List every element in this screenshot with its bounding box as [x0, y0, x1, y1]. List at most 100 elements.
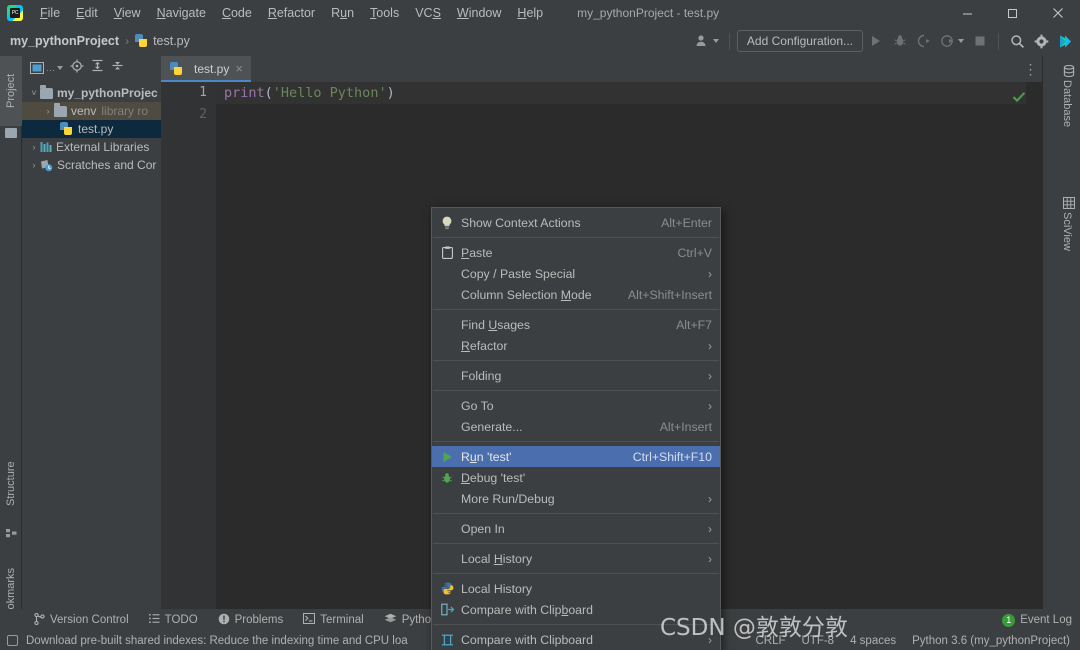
ide-updates-icon[interactable] — [1054, 30, 1076, 52]
menu-separator — [433, 309, 719, 310]
sidebar-item-database[interactable]: Database — [1056, 80, 1078, 150]
tree-item-venv[interactable]: › venv library ro — [22, 102, 161, 120]
menu-file[interactable]: File — [32, 2, 68, 24]
title-bar: PC File Edit View Navigate Code Refactor… — [0, 0, 1080, 26]
tree-item-scratches[interactable]: › Scratches and Cor — [22, 156, 161, 174]
tree-item-project-root[interactable]: ˅ my_pythonProjec — [22, 84, 161, 102]
menu-separator — [433, 390, 719, 391]
status-message[interactable]: Download pre-built shared indexes: Reduc… — [26, 635, 408, 647]
profile-icon[interactable] — [937, 30, 967, 52]
chevron-down-icon[interactable]: ˅ — [28, 88, 40, 98]
breadcrumb-file[interactable]: test.py — [153, 34, 190, 48]
window-title: my_pythonProject - test.py — [577, 6, 720, 20]
toolwindow-terminal[interactable]: Terminal — [293, 611, 373, 629]
toolbar-divider — [998, 32, 999, 50]
menu-refactor[interactable]: Refactor — [260, 2, 323, 24]
menu-item-generate[interactable]: Generate... Alt+Insert — [432, 416, 720, 437]
no-icon — [438, 266, 456, 282]
problems-icon — [218, 613, 230, 628]
event-log-badge: 1 — [1002, 613, 1016, 627]
tree-item-label: test.py — [78, 122, 114, 136]
menu-tools[interactable]: Tools — [362, 2, 407, 24]
menu-vcs[interactable]: VCS — [407, 2, 449, 24]
menu-item-column-selection-mode[interactable]: Column Selection Mode Alt+Shift+Insert — [432, 284, 720, 305]
menu-edit[interactable]: Edit — [68, 2, 106, 24]
menu-item-diagrams[interactable]: Compare with Clipboard › — [432, 629, 720, 650]
menu-item-refactor[interactable]: Refactor › — [432, 335, 720, 356]
sidebar-item-sciview[interactable]: SciView — [1056, 212, 1078, 272]
code-line-2[interactable] — [216, 104, 1026, 126]
debug-icon[interactable] — [889, 30, 911, 52]
menu-run[interactable]: Run — [323, 2, 362, 24]
tree-item-label: Scratches and Cor — [57, 158, 157, 172]
menu-item-label: More Run/Debug — [461, 491, 555, 506]
no-icon — [438, 368, 456, 384]
add-configuration-button[interactable]: Add Configuration... — [736, 30, 863, 52]
event-log-button[interactable]: 1 Event Log — [1002, 609, 1072, 631]
menu-item-paste[interactable]: Paste Ctrl+V — [432, 242, 720, 263]
tree-item-label: External Libraries — [56, 140, 150, 154]
toolwindow-label: TODO — [164, 614, 198, 626]
tree-item-label: venv — [71, 104, 97, 118]
minimize-icon[interactable] — [945, 0, 990, 26]
status-encoding[interactable]: UTF-8 — [801, 635, 834, 647]
toolwindow-problems[interactable]: Problems — [208, 611, 294, 630]
sidebar-item-structure[interactable]: Structure — [0, 444, 22, 524]
chevron-right-icon: › — [708, 398, 712, 413]
chevron-right-icon[interactable]: › — [28, 142, 40, 152]
menu-item-copy-paste-special[interactable]: Copy / Paste Special › — [432, 263, 720, 284]
chevron-right-icon[interactable]: › — [42, 106, 54, 116]
status-line-separator[interactable]: CRLF — [755, 635, 785, 647]
todo-list-icon — [148, 613, 160, 627]
run-icon[interactable] — [865, 30, 887, 52]
menu-item-local-history[interactable]: Local History › — [432, 548, 720, 569]
lightbulb-icon — [438, 215, 456, 231]
collapse-all-icon[interactable] — [111, 59, 124, 77]
code-token-paren-close: ) — [386, 85, 395, 101]
menu-item-go-to[interactable]: Go To › — [432, 395, 720, 416]
expand-all-icon[interactable] — [91, 59, 104, 77]
breadcrumb-project[interactable]: my_pythonProject — [10, 34, 119, 48]
menu-item-show-context-actions[interactable]: Show Context Actions Alt+Enter — [432, 212, 720, 233]
menu-item-label: Paste — [461, 245, 493, 260]
menu-item-open-in[interactable]: Open In › — [432, 518, 720, 539]
user-account-icon[interactable] — [692, 30, 722, 52]
sidebar-item-label: Structure — [5, 461, 17, 507]
maximize-icon[interactable] — [990, 0, 1035, 26]
menu-item-find-usages[interactable]: Find Usages Alt+F7 — [432, 314, 720, 335]
menu-item-more-run-debug[interactable]: More Run/Debug › — [432, 488, 720, 509]
menu-item-folding[interactable]: Folding › — [432, 365, 720, 386]
ok-checkmark-icon[interactable] — [1012, 90, 1026, 103]
search-icon[interactable] — [1006, 30, 1028, 52]
code-line-1[interactable]: print('Hello Python') — [216, 82, 1026, 104]
view-mode-icon[interactable]: … — [30, 62, 63, 74]
status-interpreter[interactable]: Python 3.6 (my_pythonProject) — [912, 635, 1070, 647]
notification-icon[interactable] — [7, 635, 18, 646]
toolwindow-todo[interactable]: TODO — [139, 611, 208, 629]
menu-code[interactable]: Code — [214, 2, 260, 24]
chevron-right-icon[interactable]: › — [28, 160, 40, 170]
settings-gear-icon[interactable] — [1030, 30, 1052, 52]
menu-view[interactable]: View — [106, 2, 149, 24]
sidebar-item-project[interactable]: Project — [0, 56, 22, 126]
menu-item-run-file-in-python-console[interactable]: Local History — [432, 578, 720, 599]
close-icon[interactable]: × — [235, 62, 243, 75]
run-coverage-icon[interactable] — [913, 30, 935, 52]
menu-window[interactable]: Window — [449, 2, 509, 24]
tree-item-external-libraries[interactable]: › External Libraries — [22, 138, 161, 156]
tree-item-test-py[interactable]: test.py — [22, 120, 161, 138]
editor-options-icon[interactable]: ⋮ — [1020, 56, 1042, 82]
menu-help[interactable]: Help — [509, 2, 551, 24]
menu-navigate[interactable]: Navigate — [149, 2, 214, 24]
close-icon[interactable] — [1035, 0, 1080, 26]
menu-item-label: Compare with Clipboard — [461, 632, 593, 647]
menu-item-debug-test[interactable]: Debug 'test' — [432, 467, 720, 488]
menu-item-run-test[interactable]: Run 'test' Ctrl+Shift+F10 — [432, 446, 720, 467]
editor-scrollbar[interactable] — [1026, 82, 1042, 634]
status-indent[interactable]: 4 spaces — [850, 635, 896, 647]
toolwindow-version-control[interactable]: Version Control — [24, 611, 139, 630]
menu-item-compare-with-clipboard[interactable]: Compare with Clipboard — [432, 599, 720, 620]
locate-target-icon[interactable] — [70, 59, 84, 78]
editor-tab-test-py[interactable]: test.py × — [161, 56, 251, 82]
stop-icon[interactable] — [969, 30, 991, 52]
